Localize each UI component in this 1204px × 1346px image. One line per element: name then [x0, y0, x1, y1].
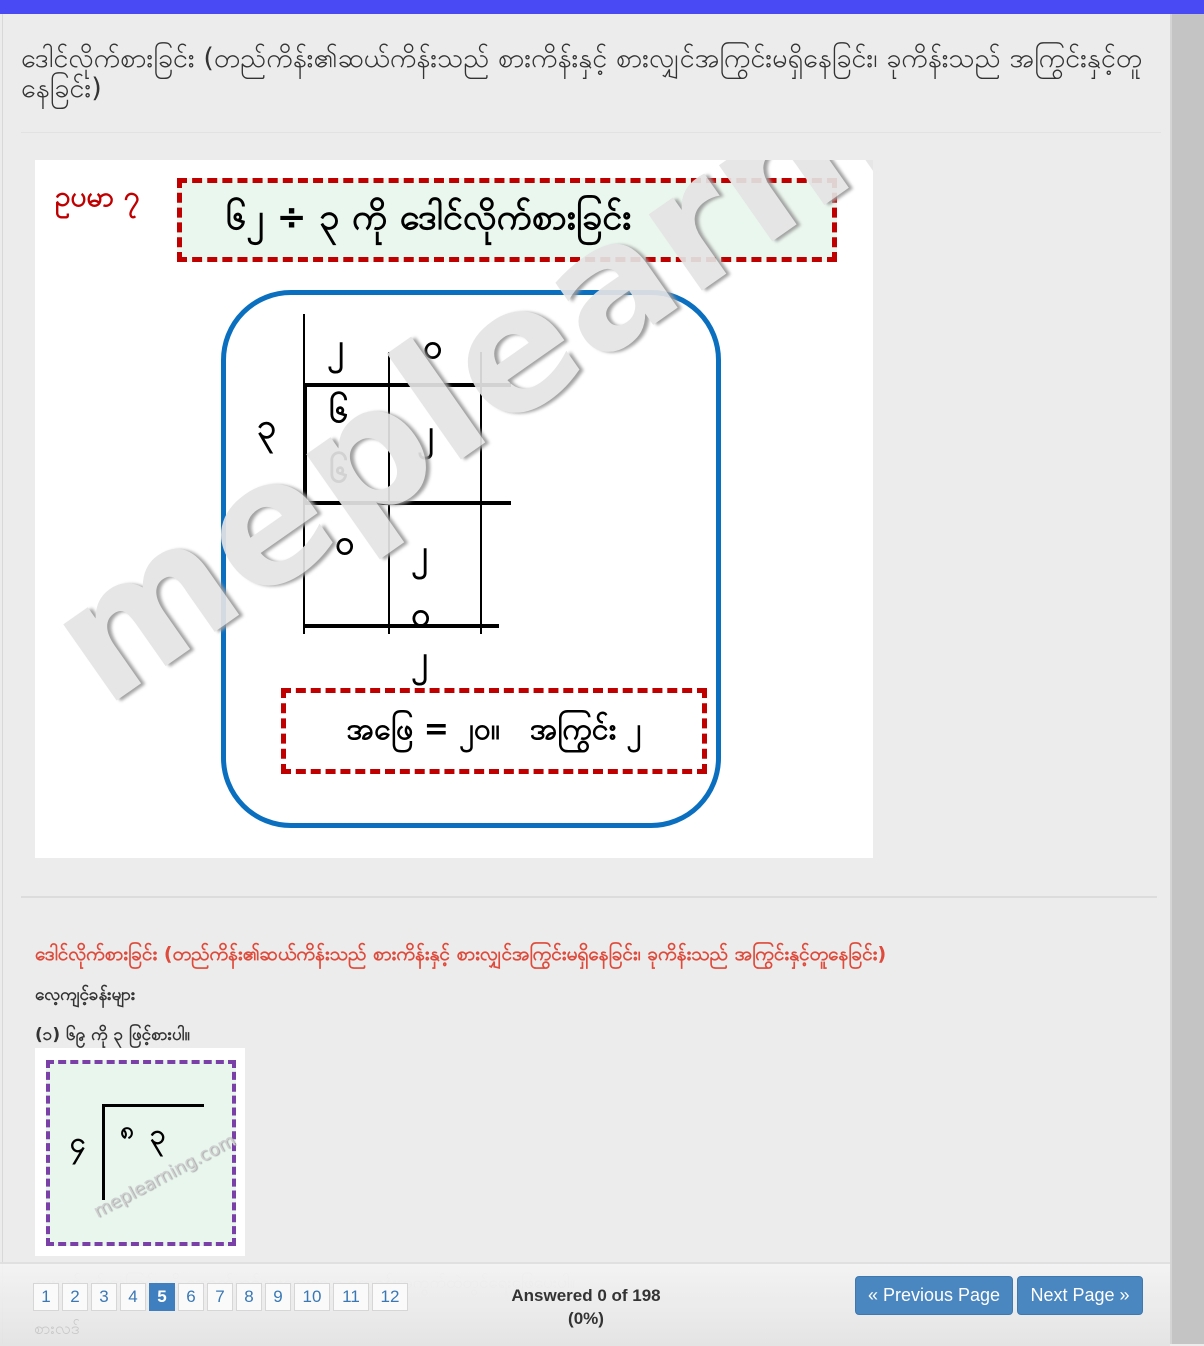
example-problem-box: ၆၂ ÷ ၃ ကို ဒေါင်လိုက်စားခြင်း [177, 178, 837, 262]
page-button-3[interactable]: 3 [91, 1283, 117, 1311]
progress-status: Answered 0 of 198 (0%) [500, 1284, 672, 1330]
question-divisor: ၄ [70, 1126, 86, 1159]
dividend-digit: ၆ [329, 391, 349, 431]
question-dividend-digit: ၈ [120, 1116, 134, 1144]
vertical-scrollbar[interactable] [1170, 14, 1204, 1344]
answered-percent: (0%) [568, 1309, 604, 1328]
page-button-12[interactable]: 12 [372, 1283, 408, 1311]
top-header-bar [0, 0, 1204, 14]
product-digit: ၆ [329, 451, 349, 491]
question-text: (၁) ၆၉ ကို ၃ ဖြင့်စားပါ။ [35, 1025, 190, 1045]
exercise-subheading: လေ့ကျင့်ခန်းများ [35, 985, 136, 1005]
subtraction-line-2 [305, 624, 499, 628]
pagination: 1 2 3 4 5 6 7 8 9 10 11 12 [33, 1283, 411, 1311]
page-button-4[interactable]: 4 [120, 1283, 146, 1311]
question-dividend-digit: ၃ [150, 1118, 166, 1151]
divisor: ၃ [257, 407, 277, 447]
next-page-button[interactable]: Next Page » [1017, 1276, 1143, 1315]
answer-box: အဖြေ = ၂၀။ အကြွင်း ၂ [281, 688, 707, 774]
division-bracket-side [303, 383, 307, 503]
lesson-title: ဒေါင်လိုက်စားခြင်း (တည်ကိန်း၏ဆယ်ကိန်းသည်… [21, 43, 1143, 104]
page-button-1[interactable]: 1 [33, 1283, 59, 1311]
answered-count: Answered 0 of 198 [511, 1286, 661, 1305]
remainder-digit: ၂ [411, 639, 428, 679]
division-bracket-top [102, 1104, 204, 1107]
page-button-5-current[interactable]: 5 [149, 1283, 175, 1311]
title-divider [21, 132, 1161, 133]
division-bracket-top [303, 383, 511, 387]
example-figure: ဥပမာ ၇ ၆၂ ÷ ၃ ကို ဒေါင်လိုက်စားခြင်း ၃ ၂… [35, 160, 873, 858]
page-button-11[interactable]: 11 [333, 1283, 369, 1311]
quotient-digit: ၂ [327, 327, 344, 367]
bring-down-digit: ၂ [411, 533, 428, 573]
page-button-6[interactable]: 6 [178, 1283, 204, 1311]
question-figure-frame: ၄ ၈ ၃ meplearning.com [46, 1060, 239, 1246]
quotient-digit: ၀ [423, 327, 443, 367]
page-button-7[interactable]: 7 [207, 1283, 233, 1311]
grid-line [388, 352, 390, 634]
remainder-text: အကြွင်း ၂ [529, 711, 642, 747]
difference-digit: ၀ [335, 523, 355, 563]
example-label: ဥပမာ ၇ [55, 180, 140, 213]
answer-field-label: စားလဒ် [34, 1319, 80, 1339]
page-button-9[interactable]: 9 [265, 1283, 291, 1311]
page-button-8[interactable]: 8 [236, 1283, 262, 1311]
dividend-digit: ၂ [417, 413, 434, 453]
section-divider [21, 896, 1157, 898]
example-problem: ၆၂ ÷ ၃ ကို ဒေါင်လိုက်စားခြင်း [226, 197, 632, 238]
exercise-heading: ဒေါင်လိုက်စားခြင်း (တည်ကိန်း၏ဆယ်ကိန်းသည်… [35, 943, 887, 965]
page-button-2[interactable]: 2 [62, 1283, 88, 1311]
previous-page-button[interactable]: « Previous Page [855, 1276, 1013, 1315]
answer-text: အဖြေ = ၂၀။ [346, 711, 500, 747]
page-button-10[interactable]: 10 [294, 1283, 330, 1311]
grid-line [480, 352, 482, 634]
question-figure: ၄ ၈ ၃ meplearning.com [35, 1048, 245, 1256]
page-content: ဒေါင်လိုက်စားခြင်း (တည်ကိန်း၏ဆယ်ကိန်းသည်… [2, 14, 1169, 1344]
division-bracket-side [102, 1104, 105, 1200]
subtraction-line-1 [305, 501, 511, 505]
